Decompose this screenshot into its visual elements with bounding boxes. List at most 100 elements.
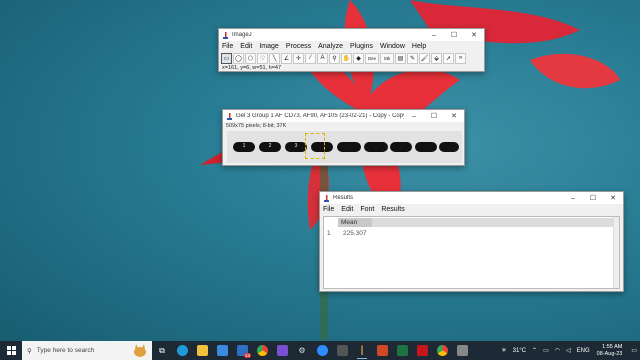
- chrome-icon-2[interactable]: [432, 341, 452, 360]
- menu-edit[interactable]: Edit: [341, 206, 353, 213]
- menu-results[interactable]: Results: [381, 206, 404, 213]
- menu-file[interactable]: File: [222, 43, 233, 50]
- clock-date: 08-Aug-23: [596, 350, 623, 357]
- menu-file[interactable]: File: [323, 206, 334, 213]
- imagej-menubar: File Edit Image Process Analyze Plugins …: [219, 41, 484, 52]
- menu-help[interactable]: Help: [412, 43, 426, 50]
- minimize-button[interactable]: –: [424, 29, 444, 41]
- imagej-window[interactable]: ImageJ – ☐ ✕ File Edit Image Process Ana…: [218, 28, 485, 72]
- results-titlebar[interactable]: Results – ☐ ✕: [320, 192, 623, 204]
- results-window[interactable]: Results – ☐ ✕ File Edit Font Results Mea…: [319, 191, 624, 292]
- menu-plugins[interactable]: Plugins: [350, 43, 373, 50]
- close-button[interactable]: ✕: [444, 110, 464, 122]
- gel-band: [439, 142, 459, 152]
- imagej-titlebar[interactable]: ImageJ – ☐ ✕: [219, 29, 484, 41]
- color-picker-tool-icon[interactable]: ◆: [353, 52, 364, 64]
- taskbar-search-box[interactable]: ⚲ Type here to search: [22, 341, 152, 360]
- store-icon[interactable]: [212, 341, 232, 360]
- polygon-tool-icon[interactable]: ⬠: [245, 52, 256, 64]
- excel-icon[interactable]: [392, 341, 412, 360]
- menu-edit[interactable]: Edit: [240, 43, 252, 50]
- chevron-up-icon[interactable]: ⌃: [532, 347, 537, 354]
- gel-image-window[interactable]: Gel 3 Group 1 AF CD73, AF90, AF105 (23-0…: [222, 109, 465, 166]
- maximize-button[interactable]: ☐: [424, 110, 444, 122]
- brush-tool-icon[interactable]: 🖌: [419, 52, 430, 64]
- imagej-taskbar-icon[interactable]: ┃: [352, 341, 372, 360]
- angle-tool-icon[interactable]: ∠: [281, 52, 292, 64]
- edge-icon[interactable]: [172, 341, 192, 360]
- more-tools-icon[interactable]: »: [455, 52, 466, 64]
- volume-icon[interactable]: ◁: [566, 347, 571, 354]
- column-header-empty: [372, 218, 617, 227]
- taskbar: ⚲ Type here to search ⧉ 43 ⚙ ┃ ☀ 31°C ⌃ …: [0, 341, 640, 360]
- scroll-tool-icon[interactable]: ✋: [341, 52, 352, 64]
- imagej-icon: [323, 194, 330, 202]
- close-button[interactable]: ✕: [603, 192, 623, 204]
- search-highlight-icon: [134, 344, 146, 357]
- clock-time: 1:55 AM: [602, 343, 623, 350]
- column-header-mean[interactable]: Mean: [338, 218, 372, 227]
- row-number: 1: [327, 230, 331, 237]
- powerpoint-icon[interactable]: [372, 341, 392, 360]
- results-table[interactable]: Mean 1 225.307: [323, 216, 620, 289]
- menu-image[interactable]: Image: [259, 43, 278, 50]
- notifications-icon[interactable]: ▭: [631, 347, 637, 354]
- menu-analyze[interactable]: Analyze: [318, 43, 343, 50]
- wand-tool-icon[interactable]: ⁄: [305, 52, 316, 64]
- rectangle-tool-icon[interactable]: ▭: [221, 52, 232, 64]
- results-scrollbar[interactable]: [613, 217, 619, 288]
- menu-font[interactable]: Font: [360, 206, 374, 213]
- lane-label: 2: [268, 143, 272, 149]
- clock[interactable]: 1:55 AM 08-Aug-23: [597, 344, 623, 358]
- app-icon[interactable]: [332, 341, 352, 360]
- chrome-icon[interactable]: [252, 341, 272, 360]
- gel-image-canvas[interactable]: 1 2 3: [227, 131, 462, 163]
- acrobat-icon[interactable]: [412, 341, 432, 360]
- minimize-button[interactable]: –: [404, 110, 424, 122]
- gel-band: [364, 142, 388, 152]
- search-icon: ⚲: [27, 347, 32, 355]
- stk-tool-icon[interactable]: Stk: [380, 52, 394, 64]
- weather-icon[interactable]: ☀: [501, 347, 506, 354]
- line-tool-icon[interactable]: ╲: [269, 52, 280, 64]
- oval-tool-icon[interactable]: ◯: [233, 52, 244, 64]
- mean-value: 225.307: [343, 230, 367, 237]
- wifi-icon[interactable]: ◠: [555, 347, 560, 354]
- imagej-icon: [226, 112, 233, 120]
- weather-temp[interactable]: 31°C: [513, 348, 526, 354]
- freehand-tool-icon[interactable]: ♡: [257, 52, 268, 64]
- mail-icon[interactable]: 43: [232, 341, 252, 360]
- arrow-tool-icon[interactable]: ➚: [443, 52, 454, 64]
- flood-fill-tool-icon[interactable]: ⬙: [431, 52, 442, 64]
- settings-icon[interactable]: ⚙: [292, 341, 312, 360]
- zoom-icon[interactable]: [312, 341, 332, 360]
- gel-band: [415, 142, 437, 152]
- imagej-icon: [222, 31, 229, 39]
- menu-window[interactable]: Window: [380, 43, 405, 50]
- magnifier-tool-icon[interactable]: ⚲: [329, 52, 340, 64]
- rectangle-selection[interactable]: [305, 133, 325, 159]
- menu-process[interactable]: Process: [286, 43, 311, 50]
- network-icon[interactable]: ▭: [543, 347, 549, 354]
- gel-image-info: 509x75 pixels; 8-bit; 37K: [226, 123, 287, 129]
- text-tool-icon[interactable]: A: [317, 52, 328, 64]
- maximize-button[interactable]: ☐: [583, 192, 603, 204]
- task-view-icon[interactable]: ⧉: [152, 341, 172, 360]
- maximize-button[interactable]: ☐: [444, 29, 464, 41]
- dev-tool-icon[interactable]: Dev: [365, 52, 379, 64]
- pencil-tool-icon[interactable]: ✎: [407, 52, 418, 64]
- windows-start-icon[interactable]: [0, 341, 22, 360]
- close-button[interactable]: ✕: [464, 29, 484, 41]
- language-indicator[interactable]: ENG: [577, 348, 590, 354]
- photos-icon[interactable]: [452, 341, 472, 360]
- imagej-title: ImageJ: [232, 32, 252, 38]
- media-icon[interactable]: [272, 341, 292, 360]
- point-tool-icon[interactable]: ✛: [293, 52, 304, 64]
- minimize-button[interactable]: –: [563, 192, 583, 204]
- lane-label: 3: [294, 143, 298, 149]
- gel-titlebar[interactable]: Gel 3 Group 1 AF CD73, AF90, AF105 (23-0…: [223, 110, 464, 122]
- gel-band: [390, 142, 412, 152]
- file-explorer-icon[interactable]: [192, 341, 212, 360]
- lut-tool-icon[interactable]: ▤: [395, 52, 406, 64]
- gel-title: Gel 3 Group 1 AF CD73, AF90, AF105 (23-0…: [236, 113, 404, 119]
